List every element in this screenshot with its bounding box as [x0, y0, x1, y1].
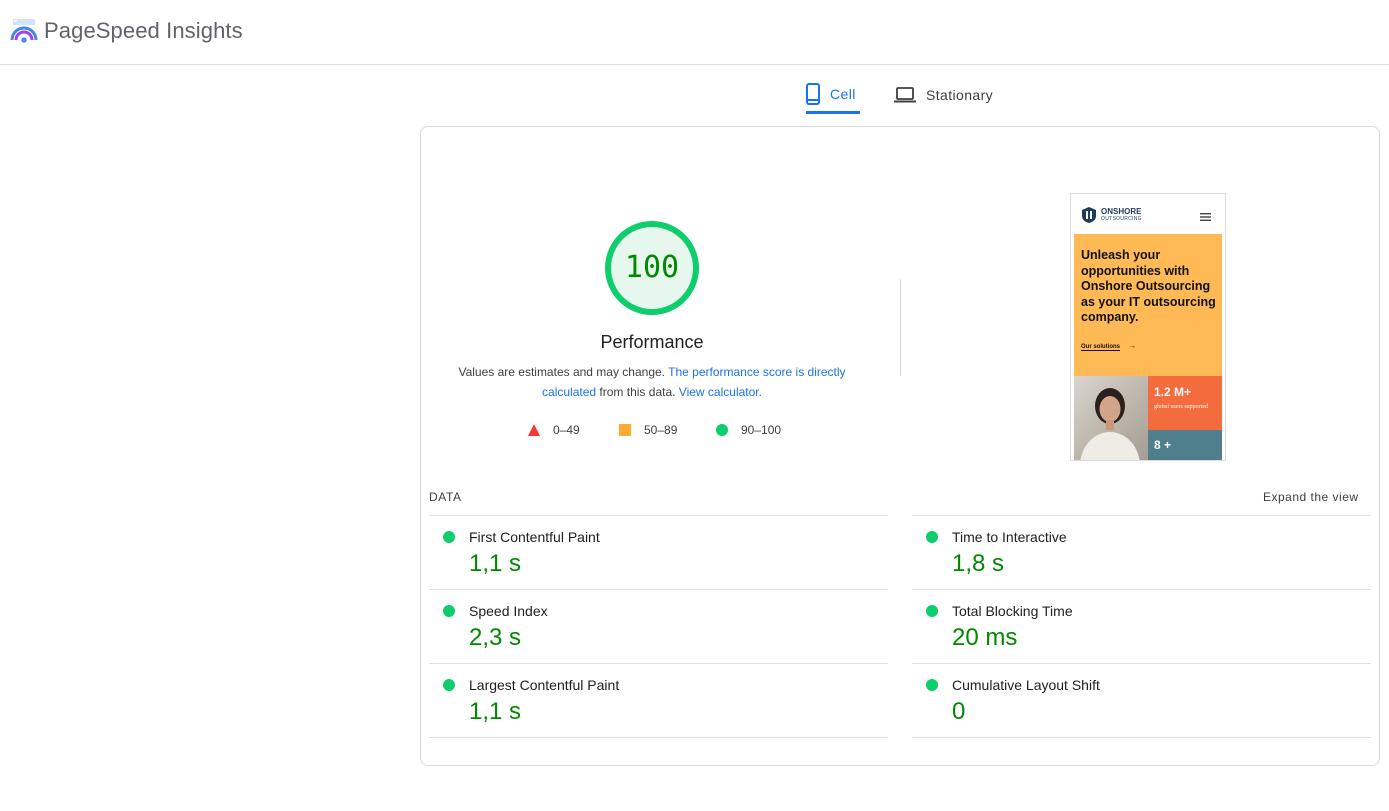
screenshot-stat-users: 1.2 M+ global users supported [1148, 376, 1222, 430]
view-calculator-link[interactable]: View calculator. [679, 385, 762, 399]
legend-fail-label: 0–49 [553, 423, 580, 437]
tab-stationary-label: Stationary [926, 87, 994, 103]
pass-circle-icon [926, 679, 938, 691]
app-title[interactable]: PageSpeed Insights [44, 18, 243, 44]
metric-value: 1,1 s [469, 698, 522, 725]
triangle-icon [528, 424, 540, 436]
pass-circle-icon [443, 605, 455, 617]
stat-second-value: 8 + [1154, 438, 1172, 452]
metric-name: Largest Contentful Paint [469, 677, 620, 693]
performance-title: Performance [600, 332, 704, 352]
metric-name: Total Blocking Time [952, 603, 1073, 619]
pass-circle-icon [926, 531, 938, 543]
hamburger-menu-icon [1200, 213, 1211, 221]
pass-circle-icon [443, 531, 455, 543]
metric-speed-index: Speed Index 2,3 s [429, 589, 888, 663]
pagespeed-logo-icon[interactable] [10, 18, 38, 44]
vertical-divider [900, 279, 901, 376]
metric-divider-bottom-left [429, 737, 888, 811]
square-icon [619, 424, 631, 436]
smartphone-icon [806, 82, 820, 105]
screenshot-solutions-link: Our solutions [1081, 344, 1120, 351]
legend-pass: 90–100 [716, 422, 781, 438]
screenshot-hero: Unleash your opportunities with Onshore … [1074, 234, 1222, 376]
metric-cumulative-layout-shift: Cumulative Layout Shift 0 [912, 663, 1371, 737]
screenshot-person-photo [1074, 376, 1148, 460]
metric-name: First Contentful Paint [469, 529, 600, 545]
metrics-section-label: DATA [429, 490, 462, 504]
metric-value: 1,8 s [952, 550, 1005, 577]
laptop-icon [894, 87, 916, 103]
top-app-bar: PageSpeed Insights [0, 0, 1389, 65]
metric-total-blocking-time: Total Blocking Time 20 ms [912, 589, 1371, 663]
metric-largest-contentful-paint: Largest Contentful Paint 1,1 s [429, 663, 888, 737]
metric-value: 20 ms [952, 624, 1018, 651]
screenshot-headline: Unleash your opportunities with Onshore … [1081, 248, 1216, 324]
pass-circle-icon [443, 679, 455, 691]
person-illustration [1080, 388, 1140, 460]
metric-value: 1,1 s [469, 550, 522, 577]
pass-circle-icon [926, 605, 938, 617]
legend-fail: 0–49 [528, 422, 580, 438]
screenshot-stat-second: 8 + [1148, 430, 1222, 460]
circle-icon [716, 424, 728, 436]
legend-average: 50–89 [619, 422, 677, 438]
metric-time-to-interactive: Time to Interactive 1,8 s [912, 515, 1371, 589]
performance-score: 100 [624, 250, 680, 285]
desc-middle: from this data. [599, 385, 676, 399]
site-logo-icon [1082, 207, 1096, 223]
final-screenshot: ONSHORE OUTSOURCING Unleash your opportu… [1070, 193, 1226, 461]
arrow-right-icon: → [1129, 343, 1136, 350]
metric-first-contentful-paint: First Contentful Paint 1,1 s [429, 515, 888, 589]
performance-description: Values are estimates and may change. The… [452, 362, 852, 402]
metric-divider-bottom-right [912, 737, 1371, 811]
tab-stationary[interactable]: Stationary [894, 76, 1002, 114]
expand-view-toggle[interactable]: Expand the view [1263, 490, 1359, 504]
metric-value: 2,3 s [469, 624, 522, 651]
legend-pass-label: 90–100 [741, 423, 782, 437]
tab-cell[interactable]: Cell [806, 76, 860, 114]
metric-name: Cumulative Layout Shift [952, 677, 1100, 693]
stat-users-caption: global users supported [1154, 404, 1208, 410]
desc-prefix: Values are estimates and may change. [458, 365, 666, 379]
legend-average-label: 50–89 [644, 423, 678, 437]
tab-cell-label: Cell [830, 85, 856, 102]
metric-name: Speed Index [469, 603, 548, 619]
site-brand-sub: OUTSOURCING [1101, 216, 1142, 222]
metric-value: 0 [952, 698, 966, 725]
screenshot-site-header: ONSHORE OUTSOURCING [1071, 194, 1225, 234]
stat-users-value: 1.2 M+ [1154, 385, 1192, 399]
site-brand: ONSHORE [1101, 207, 1142, 216]
metric-name: Time to Interactive [952, 529, 1067, 545]
